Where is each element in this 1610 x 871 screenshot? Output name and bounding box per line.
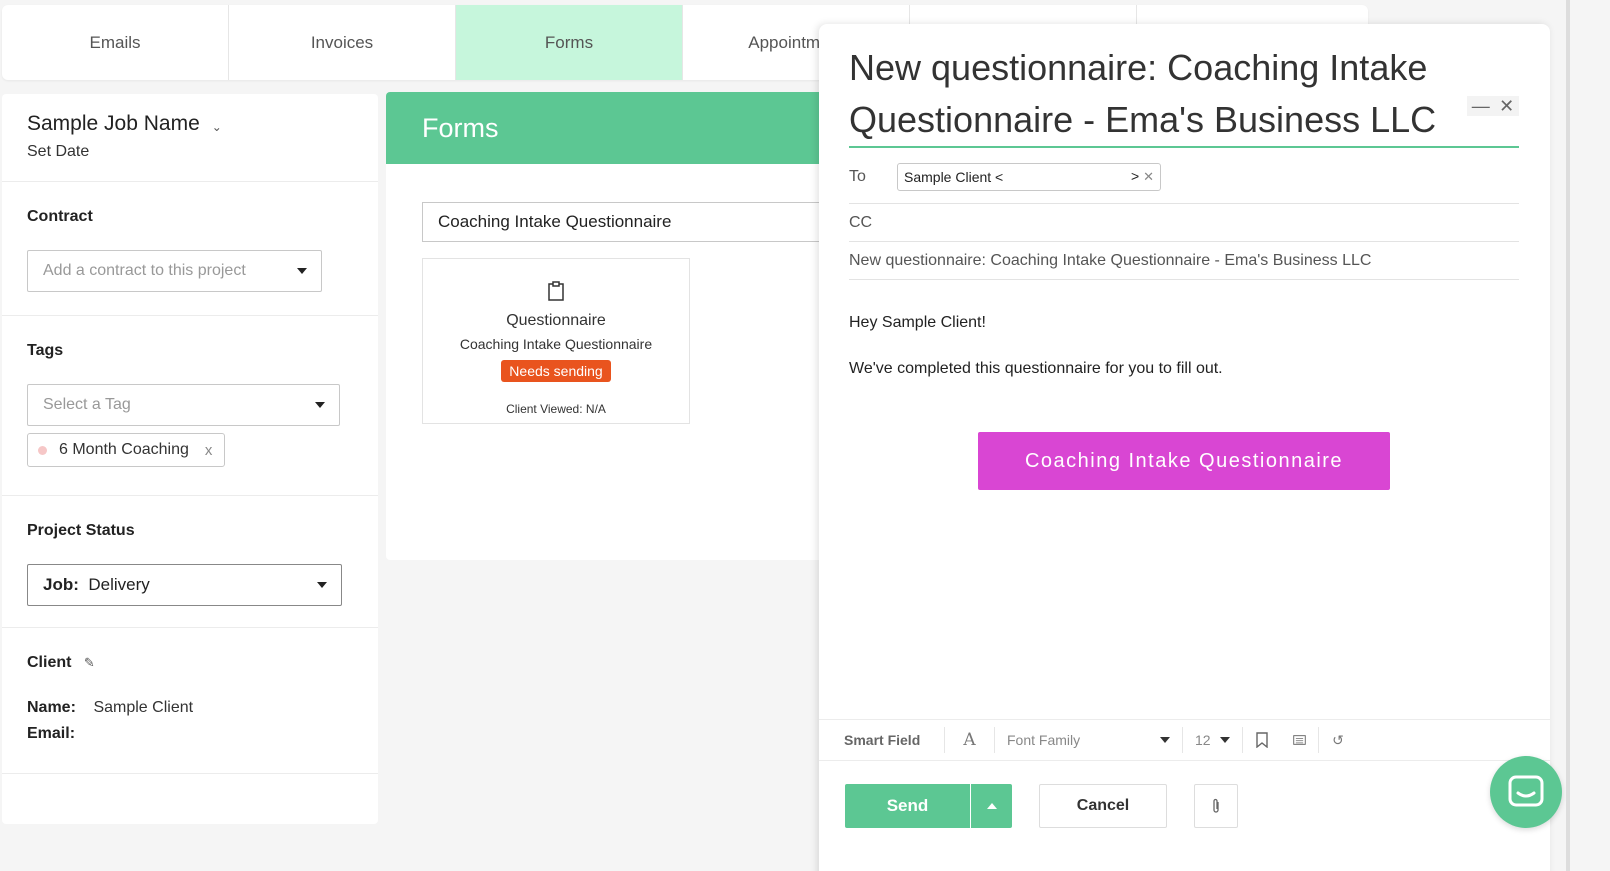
tag-placeholder: Select a Tag [43,396,131,413]
client-email-row: Email: [27,725,353,743]
set-date-link[interactable]: Set Date [27,143,353,161]
job-name: Sample Job Name [27,112,200,135]
send-button[interactable]: Send [845,784,970,828]
tag-remove-icon[interactable]: x [205,442,213,459]
undo-icon[interactable]: ↺ [1319,727,1357,753]
questionnaire-title: Questionnaire [506,312,606,329]
recipient-chip[interactable]: Sample Client < > ✕ [897,162,1161,191]
project-status-value: Delivery [88,575,150,594]
contract-label: Contract [27,208,93,225]
email-body-text: We've completed this questionnaire for y… [849,360,1223,377]
forms-panel: Forms Coaching Intake Questionnaire Ques… [386,92,856,560]
tag-color-dot [38,445,47,455]
recipient-chip-end: > ✕ [1131,168,1154,185]
questionnaire-subtitle: Coaching Intake Questionnaire [459,336,653,352]
remove-recipient-icon[interactable]: ✕ [1143,169,1154,184]
contract-section: Contract Add a contract to this project [2,182,378,316]
font-family-select[interactable]: Font Family [995,727,1183,753]
subject-field[interactable]: New questionnaire: Coaching Intake Quest… [849,242,1519,280]
caret-down-icon [297,268,307,274]
chat-icon [1508,775,1544,807]
client-label: Client [27,654,72,671]
attachment-button[interactable] [1194,784,1238,828]
tag-chip: 6 Month Coaching x [27,433,226,467]
title-underline [849,146,1519,148]
tab-emails[interactable]: Emails [2,5,229,80]
client-name-row: Name: Sample Client [27,699,353,717]
project-status-select[interactable]: Job: Delivery [27,564,342,606]
project-sidebar: Sample Job Name ⌄ Set Date Contract Add … [2,94,378,824]
job-header: Sample Job Name ⌄ Set Date [2,94,378,182]
client-name-key: Name: [27,699,76,716]
caret-down-icon [1160,737,1170,743]
chevron-down-icon: ⌄ [211,120,222,134]
email-compose-modal: New questionnaire: Coaching Intake Quest… [819,24,1550,871]
font-family-label: Font Family [1007,732,1081,748]
bookmark-icon[interactable] [1243,727,1281,753]
text-format-icon[interactable]: A [945,727,995,753]
cancel-button[interactable]: Cancel [1039,784,1167,828]
tag-chip-label: 6 Month Coaching [59,441,189,458]
job-name-dropdown[interactable]: Sample Job Name ⌄ [27,112,353,136]
recipient-name: Sample Client < [904,168,1004,185]
client-label-row: Client ✎ [27,654,353,672]
project-status-value-wrap: Job: Delivery [43,575,150,595]
questionnaire-cta-button[interactable]: Coaching Intake Questionnaire [978,432,1390,490]
caret-up-icon [986,803,997,809]
email-greeting: Hey Sample Client! [849,314,986,331]
project-status-section: Project Status Job: Delivery [2,496,378,628]
template-list-icon[interactable] [1281,727,1319,753]
chat-support-button[interactable] [1490,756,1562,828]
contract-placeholder: Add a contract to this project [43,262,246,279]
recipient-chip-bracket: > [1131,168,1140,184]
minimize-icon[interactable]: — [1472,96,1490,117]
tags-section: Tags Select a Tag 6 Month Coaching x [2,316,378,496]
smart-field-button[interactable]: Smart Field [819,727,945,753]
forms-header: Forms [386,92,856,164]
client-viewed-status: Client Viewed: N/A [506,402,606,416]
caret-down-icon [1220,737,1230,743]
close-icon[interactable]: ✕ [1499,96,1514,117]
send-options-button[interactable] [970,784,1012,828]
subject-text: New questionnaire: Coaching Intake Quest… [849,251,1372,269]
email-title: New questionnaire: Coaching Intake Quest… [849,47,1437,140]
email-body[interactable]: Hey Sample Client! We've completed this … [849,314,1223,406]
window-controls: — ✕ [1467,96,1519,116]
contract-select[interactable]: Add a contract to this project [27,250,322,292]
page-scrollbar[interactable] [1566,0,1570,871]
paperclip-icon [1213,798,1219,813]
client-section: Client ✎ Name: Sample Client Email: [2,628,378,774]
tags-label: Tags [27,342,64,359]
to-row: To Sample Client < > ✕ [849,150,1519,204]
questionnaire-card[interactable]: Questionnaire Coaching Intake Questionna… [422,258,690,424]
project-status-key: Job: [43,575,79,594]
needs-sending-badge: Needs sending [501,360,611,382]
project-status-label: Project Status [27,522,135,539]
tab-invoices[interactable]: Invoices [229,5,456,80]
edit-pencil-icon[interactable]: ✎ [84,655,95,670]
tab-forms[interactable]: Forms [456,5,683,80]
cc-label: CC [849,213,873,231]
form-select[interactable]: Coaching Intake Questionnaire [422,202,856,242]
editor-toolbar: Smart Field A Font Family 12 ↺ [819,719,1550,761]
cc-row[interactable]: CC [849,204,1519,242]
client-email-key: Email: [27,725,76,742]
client-name-value: Sample Client [93,699,194,716]
to-label: To [849,167,866,185]
clipboard-icon [548,281,564,301]
caret-down-icon [315,402,325,408]
font-size-select[interactable]: 12 [1183,727,1243,753]
font-size-label: 12 [1195,732,1211,748]
caret-down-icon [317,582,327,588]
tag-select[interactable]: Select a Tag [27,384,340,426]
